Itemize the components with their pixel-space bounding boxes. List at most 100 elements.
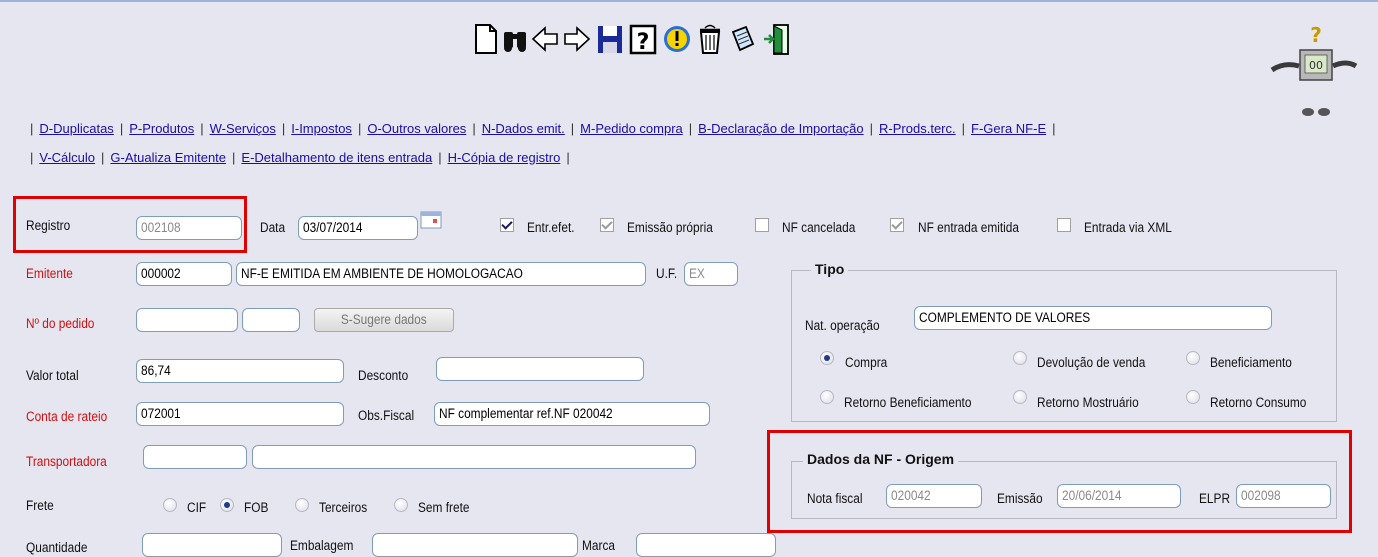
link-duplicatas[interactable]: D-Duplicatas (39, 121, 113, 136)
arrow-left-icon[interactable] (530, 22, 560, 56)
svg-text:?: ? (1310, 23, 1322, 47)
frete-terceiros-label: Terceiros (319, 500, 368, 515)
obs-fiscal-label: Obs.Fiscal (358, 408, 415, 423)
new-document-icon[interactable] (470, 22, 500, 56)
valor-total-field[interactable]: 86,74 (136, 359, 344, 383)
nota-fiscal-field[interactable]: 020042 (886, 484, 982, 508)
entrada-via-xml-label: Entrada via XML (1084, 220, 1172, 235)
frete-cif-radio[interactable] (163, 498, 177, 512)
tipo-retorno-consumo-radio[interactable] (1186, 390, 1200, 404)
nf-entrada-emitida-label: NF entrada emitida (918, 220, 1020, 235)
computer-assistant-icon[interactable]: ? 00 (1268, 22, 1358, 127)
embalagem-field[interactable] (372, 533, 578, 557)
conta-rateio-label: Conta de rateio (26, 409, 108, 424)
entrada-via-xml-checkbox[interactable] (1057, 218, 1071, 232)
frete-label: Frete (26, 498, 54, 513)
help-question-icon[interactable]: ? (628, 22, 658, 56)
valor-total-label: Valor total (26, 368, 79, 383)
nat-operacao-label: Nat. operação (805, 318, 880, 333)
menu-links-row-1: | D-Duplicatas | P-Produtos | W-Serviços | I-Im… (30, 121, 1056, 136)
emissao-propria-label: Emissão própria (627, 220, 713, 235)
entr-efet-checkbox[interactable] (500, 218, 514, 232)
tipo-retorno-beneficiamento-label: Retorno Beneficiamento (844, 395, 972, 410)
trash-bin-icon[interactable] (695, 22, 725, 56)
exit-door-icon[interactable] (762, 22, 792, 56)
svg-text:00: 00 (1309, 59, 1323, 72)
tipo-beneficiamento-radio[interactable] (1186, 351, 1200, 365)
tipo-compra-label: Compra (845, 355, 888, 370)
registro-field[interactable]: 002108 (136, 216, 242, 240)
frete-sem-frete-radio[interactable] (394, 498, 408, 512)
nota-fiscal-label: Nota fiscal (807, 491, 863, 506)
link-pedido-compra[interactable]: M-Pedido compra (580, 121, 683, 136)
nf-cancelada-checkbox[interactable] (755, 218, 769, 232)
quantidade-label: Quantidade (26, 540, 88, 555)
link-servicos[interactable]: W-Serviços (210, 121, 276, 136)
tipo-beneficiamento-label: Beneficiamento (1210, 355, 1292, 370)
tipo-compra-radio[interactable] (820, 351, 834, 365)
frete-terceiros-radio[interactable] (295, 498, 309, 512)
tipo-retorno-beneficiamento-radio[interactable] (820, 390, 834, 404)
link-declaracao-importacao[interactable]: B-Declaração de Importação (698, 121, 863, 136)
emissao-propria-checkbox[interactable] (600, 218, 614, 232)
frete-sem-frete-label: Sem frete (418, 500, 470, 515)
frete-fob-radio[interactable] (220, 498, 234, 512)
uf-field[interactable]: EX (684, 262, 738, 286)
binoculars-search-icon[interactable] (500, 22, 530, 56)
emissao-field[interactable]: 20/06/2014 (1057, 484, 1181, 508)
link-impostos[interactable]: I-Impostos (291, 121, 352, 136)
transportadora-name-field[interactable] (252, 445, 696, 469)
frete-cif-label: CIF (187, 500, 207, 515)
tipo-devolucao-venda-radio[interactable] (1013, 351, 1027, 365)
tipo-retorno-consumo-label: Retorno Consumo (1210, 395, 1307, 410)
emitente-code-field[interactable]: 000002 (136, 262, 232, 286)
origem-title: Dados da NF - Origem (803, 451, 959, 467)
entr-efet-label: Entr.efet. (527, 220, 575, 235)
desconto-label: Desconto (358, 368, 409, 383)
link-copia-registro[interactable]: H-Cópia de registro (448, 150, 561, 165)
link-gera-nfe[interactable]: F-Gera NF-E (971, 121, 1046, 136)
registro-label: Registro (26, 218, 71, 233)
svg-text:?: ? (637, 30, 650, 55)
link-dados-emit[interactable]: N-Dados emit. (482, 121, 565, 136)
tipo-devolucao-venda-label: Devolução de venda (1037, 355, 1146, 370)
elpr-field[interactable]: 002098 (1236, 484, 1331, 508)
window-top-border (0, 0, 1378, 2)
uf-label: U.F. (656, 266, 678, 281)
tipo-title: Tipo (811, 261, 849, 277)
sugere-dados-button[interactable]: S-Sugere dados (314, 308, 454, 332)
info-exclamation-icon[interactable] (662, 22, 692, 56)
obs-fiscal-field[interactable]: NF complementar ref.NF 020042 (434, 402, 710, 426)
frete-fob-label: FOB (244, 500, 269, 515)
marca-field[interactable] (636, 533, 776, 557)
tipo-retorno-mostruario-label: Retorno Mostruário (1037, 395, 1139, 410)
emitente-label: Emitente (26, 266, 73, 281)
transportadora-code-field[interactable] (143, 445, 247, 469)
link-atualiza-emitente[interactable]: G-Atualiza Emitente (110, 150, 226, 165)
tipo-retorno-mostruario-radio[interactable] (1013, 390, 1027, 404)
elpr-label: ELPR (1199, 491, 1231, 506)
nf-entrada-emitida-checkbox[interactable] (890, 218, 904, 232)
calendar-icon[interactable] (420, 211, 442, 229)
pedido-label: Nº do pedido (26, 316, 95, 331)
arrow-right-icon[interactable] (562, 22, 592, 56)
conta-rateio-field[interactable]: 072001 (136, 402, 344, 426)
pedido-field-2[interactable] (242, 308, 300, 332)
emissao-label: Emissão (997, 491, 1043, 506)
link-prods-terc[interactable]: R-Prods.terc. (879, 121, 956, 136)
link-produtos[interactable]: P-Produtos (129, 121, 194, 136)
emitente-name-field[interactable]: NF-E EMITIDA EM AMBIENTE DE HOMOLOGACAO (236, 262, 646, 286)
transportadora-label: Transportadora (26, 454, 107, 469)
quantidade-field[interactable] (142, 533, 282, 557)
notepad-edit-icon[interactable] (728, 22, 758, 56)
data-label: Data (260, 220, 286, 235)
menu-links-row-2: | V-Cálculo | G-Atualiza Emitente | E-Detalha… (30, 150, 570, 165)
desconto-field[interactable] (436, 357, 644, 381)
save-disk-icon[interactable] (595, 22, 625, 56)
link-detalhamento-itens[interactable]: E-Detalhamento de itens entrada (241, 150, 432, 165)
pedido-field-1[interactable] (136, 308, 238, 332)
link-outros-valores[interactable]: O-Outros valores (367, 121, 466, 136)
link-calculo[interactable]: V-Cálculo (39, 150, 95, 165)
nat-operacao-field[interactable]: COMPLEMENTO DE VALORES (914, 306, 1272, 330)
data-field[interactable]: 03/07/2014 (298, 216, 418, 240)
